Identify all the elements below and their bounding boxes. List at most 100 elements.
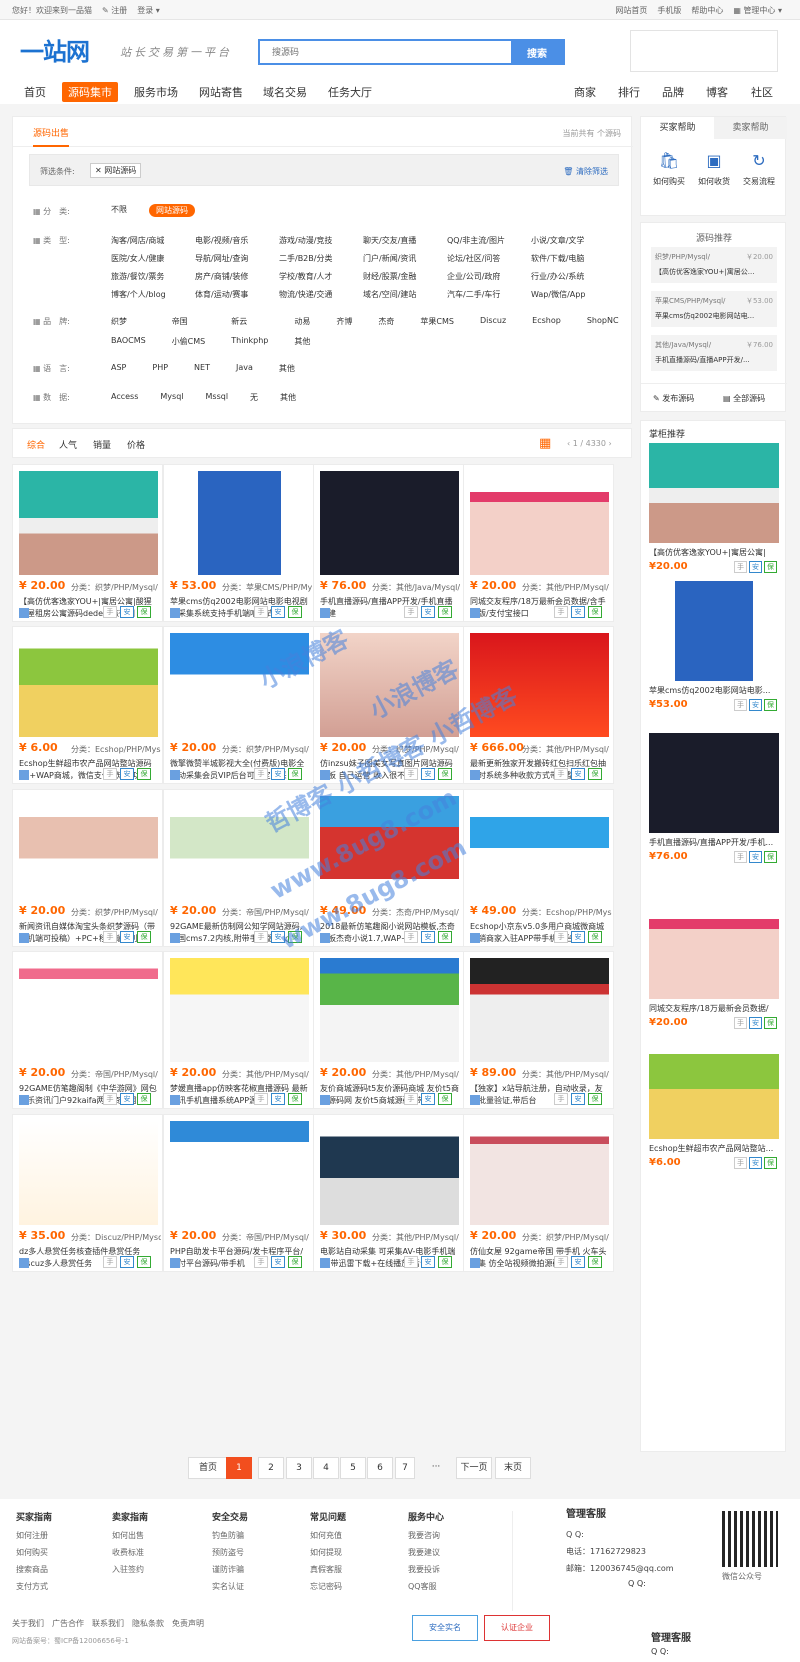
sort-tab-default[interactable]: 综合: [27, 438, 45, 451]
filter-brand-option[interactable]: 苹果CMS: [420, 316, 454, 327]
footer-bottom-link[interactable]: 关于我们: [12, 1618, 44, 1629]
nav-merchants[interactable]: 商家: [568, 82, 602, 102]
filter-brand-option[interactable]: Thinkphp: [231, 336, 268, 347]
filter-lang-option[interactable]: PHP: [152, 363, 168, 374]
top-link-home[interactable]: 网站首页: [615, 5, 647, 16]
filter-type-option[interactable]: 旅游/餐饮/票务: [111, 271, 187, 282]
filter-type-option[interactable]: 房产/商铺/装修: [195, 271, 271, 282]
seller-avatar[interactable]: [320, 608, 330, 618]
page-button[interactable]: 6: [367, 1457, 393, 1479]
filter-brand-option[interactable]: 新云: [231, 316, 268, 327]
filter-brand-option[interactable]: 小偷CMS: [172, 336, 206, 347]
seller-avatar[interactable]: [320, 770, 330, 780]
filter-type-option[interactable]: 汽车/二手/车行: [447, 289, 523, 300]
filter-type-option[interactable]: 体育/运动/赛事: [195, 289, 271, 300]
filter-db-option[interactable]: 其他: [280, 392, 296, 403]
product-thumbnail[interactable]: [19, 633, 158, 737]
site-logo[interactable]: 一站网: [20, 32, 90, 67]
product-card[interactable]: ¥ 20.00 分类：帝国/PHP/Mysql/PHP自助发卡平台源码/发卡程序平…: [163, 1114, 314, 1272]
product-thumbnail[interactable]: [170, 796, 309, 900]
seller-avatar[interactable]: [320, 1258, 330, 1268]
filter-lang-option[interactable]: Java: [236, 363, 253, 374]
seller-avatar[interactable]: [19, 770, 29, 780]
product-card[interactable]: ¥ 666.00 分类：其他/PHP/Mysql/最新更新独家开发搬砖红包扫乐红包…: [463, 626, 614, 784]
filter-type-option[interactable]: 二手/B2B/分类: [279, 253, 355, 264]
product-thumbnail[interactable]: [320, 1121, 459, 1225]
filter-db-option[interactable]: Access: [111, 392, 138, 403]
filter-type-option[interactable]: 博客/个人/blog: [111, 289, 187, 300]
seller-avatar[interactable]: [320, 1095, 330, 1105]
product-card[interactable]: ¥ 20.00 分类：织梦/PHP/Mysql/【高仿优客逸家YOU+|寓居公寓|…: [12, 464, 163, 622]
filter-type-option[interactable]: 小说/文章/文学: [531, 235, 607, 246]
filter-lang-option[interactable]: 其他: [279, 363, 295, 374]
filter-db-option[interactable]: 无: [250, 392, 258, 403]
recommend-item[interactable]: 其他/Java/Mysql/ ￥76.00 手机直播源码/直播APP开发/...: [651, 335, 777, 371]
shelf-thumbnail[interactable]: [649, 733, 779, 833]
product-thumbnail[interactable]: [320, 633, 459, 737]
footer-link[interactable]: 入驻签约: [112, 1561, 148, 1578]
page-button[interactable]: 7: [395, 1457, 415, 1479]
product-card[interactable]: ¥ 49.00 分类：杰奇/PHP/Mysql/2018最新仿笔趣阁小说网站模板,…: [313, 789, 464, 947]
seller-avatar[interactable]: [170, 770, 180, 780]
nav-domain-trade[interactable]: 域名交易: [257, 82, 313, 102]
footer-link[interactable]: 钓鱼防骗: [212, 1527, 248, 1544]
search-input[interactable]: [260, 41, 500, 63]
footer-link[interactable]: 谨防诈骗: [212, 1561, 248, 1578]
footer-link[interactable]: 预防盗号: [212, 1544, 248, 1561]
filter-brand-option[interactable]: 帝国: [172, 316, 206, 327]
shelf-item[interactable]: 【高仿优客逸家YOU+|寓居公寓| ¥20.00 手安保: [649, 443, 779, 589]
filter-lang-option[interactable]: NET: [194, 363, 210, 374]
nav-community[interactable]: 社区: [745, 82, 779, 102]
seller-avatar[interactable]: [170, 1095, 180, 1105]
product-thumbnail[interactable]: [320, 958, 459, 1062]
filter-type-option[interactable]: 企业/公司/政府: [447, 271, 523, 282]
sort-tab-popular[interactable]: 人气: [59, 438, 77, 451]
product-card[interactable]: ¥ 20.00 分类：帝国/PHP/Mysql/92GAME仿笔趣阁制《中华游网》…: [12, 951, 163, 1109]
page-button[interactable]: 3: [286, 1457, 312, 1479]
filter-type-option[interactable]: 软件/下载/电脑: [531, 253, 607, 264]
filter-type-option[interactable]: 游戏/动漫/竞技: [279, 235, 355, 246]
filter-type-option[interactable]: 学校/教育/人才: [279, 271, 355, 282]
seller-avatar[interactable]: [320, 933, 330, 943]
footer-link[interactable]: 如何出售: [112, 1527, 148, 1544]
seller-avatar[interactable]: [470, 1258, 480, 1268]
filter-db-option[interactable]: Mssql: [206, 392, 229, 403]
filter-type-option[interactable]: 淘客/网店/商城: [111, 235, 187, 246]
product-thumbnail[interactable]: [19, 796, 158, 900]
recommend-item[interactable]: 织梦/PHP/Mysql/ ￥20.00 【高仿优客逸家YOU+|寓居公...: [651, 247, 777, 283]
product-thumbnail[interactable]: [470, 1121, 609, 1225]
product-card[interactable]: ¥ 20.00 分类：织梦/PHP/Mysql/新闻资讯自媒体淘宝头条织梦源码（带…: [12, 789, 163, 947]
footer-link[interactable]: 忘记密码: [310, 1578, 346, 1595]
page-button[interactable]: 下一页: [456, 1457, 492, 1479]
product-card[interactable]: ¥ 20.00 分类：其他/PHP/Mysql/同城交友程序/18万最新会员数据/…: [463, 464, 614, 622]
filter-type-option[interactable]: 导航/网址/查询: [195, 253, 271, 264]
product-card[interactable]: ¥ 20.00 分类：其他/PHP/Mysql/友价商城源码t5友价源码商城 友价…: [313, 951, 464, 1109]
product-thumbnail[interactable]: [320, 471, 459, 575]
register-link[interactable]: ✎ 注册: [102, 5, 127, 16]
shelf-item[interactable]: 手机直播源码/直播APP开发/手机... ¥76.00 手安保: [649, 733, 779, 879]
filter-option[interactable]: 不限: [111, 204, 127, 217]
seller-avatar[interactable]: [470, 608, 480, 618]
footer-link[interactable]: QQ客服: [408, 1578, 444, 1595]
seller-avatar[interactable]: [470, 933, 480, 943]
filter-type-option[interactable]: 论坛/社区/问答: [447, 253, 523, 264]
footer-bottom-link[interactable]: 广告合作: [52, 1618, 84, 1629]
footer-link[interactable]: 如何注册: [16, 1527, 52, 1544]
product-thumbnail[interactable]: [470, 958, 609, 1062]
page-button[interactable]: ···: [420, 1457, 452, 1479]
nav-source-market[interactable]: 源码集市: [62, 82, 118, 102]
product-thumbnail[interactable]: [470, 796, 609, 900]
sort-tab-sales[interactable]: 销量: [93, 438, 111, 451]
seller-avatar[interactable]: [170, 1258, 180, 1268]
footer-link[interactable]: 我要投诉: [408, 1561, 444, 1578]
sort-tab-price[interactable]: 价格: [127, 438, 145, 451]
page-button[interactable]: 首页: [188, 1457, 228, 1479]
shelf-item[interactable]: 苹果cms仿q2002电影网站电影... ¥53.00 手安保: [649, 581, 779, 727]
filter-brand-option[interactable]: BAOCMS: [111, 336, 146, 347]
footer-bottom-link[interactable]: 免责声明: [172, 1618, 204, 1629]
footer-bottom-link[interactable]: 隐私条款: [132, 1618, 164, 1629]
filter-brand-option[interactable]: 其他: [294, 336, 310, 347]
footer-link[interactable]: 如何提现: [310, 1544, 346, 1561]
filter-type-option[interactable]: 医院/女人/健康: [111, 253, 187, 264]
filter-brand-option[interactable]: Discuz: [480, 316, 506, 327]
